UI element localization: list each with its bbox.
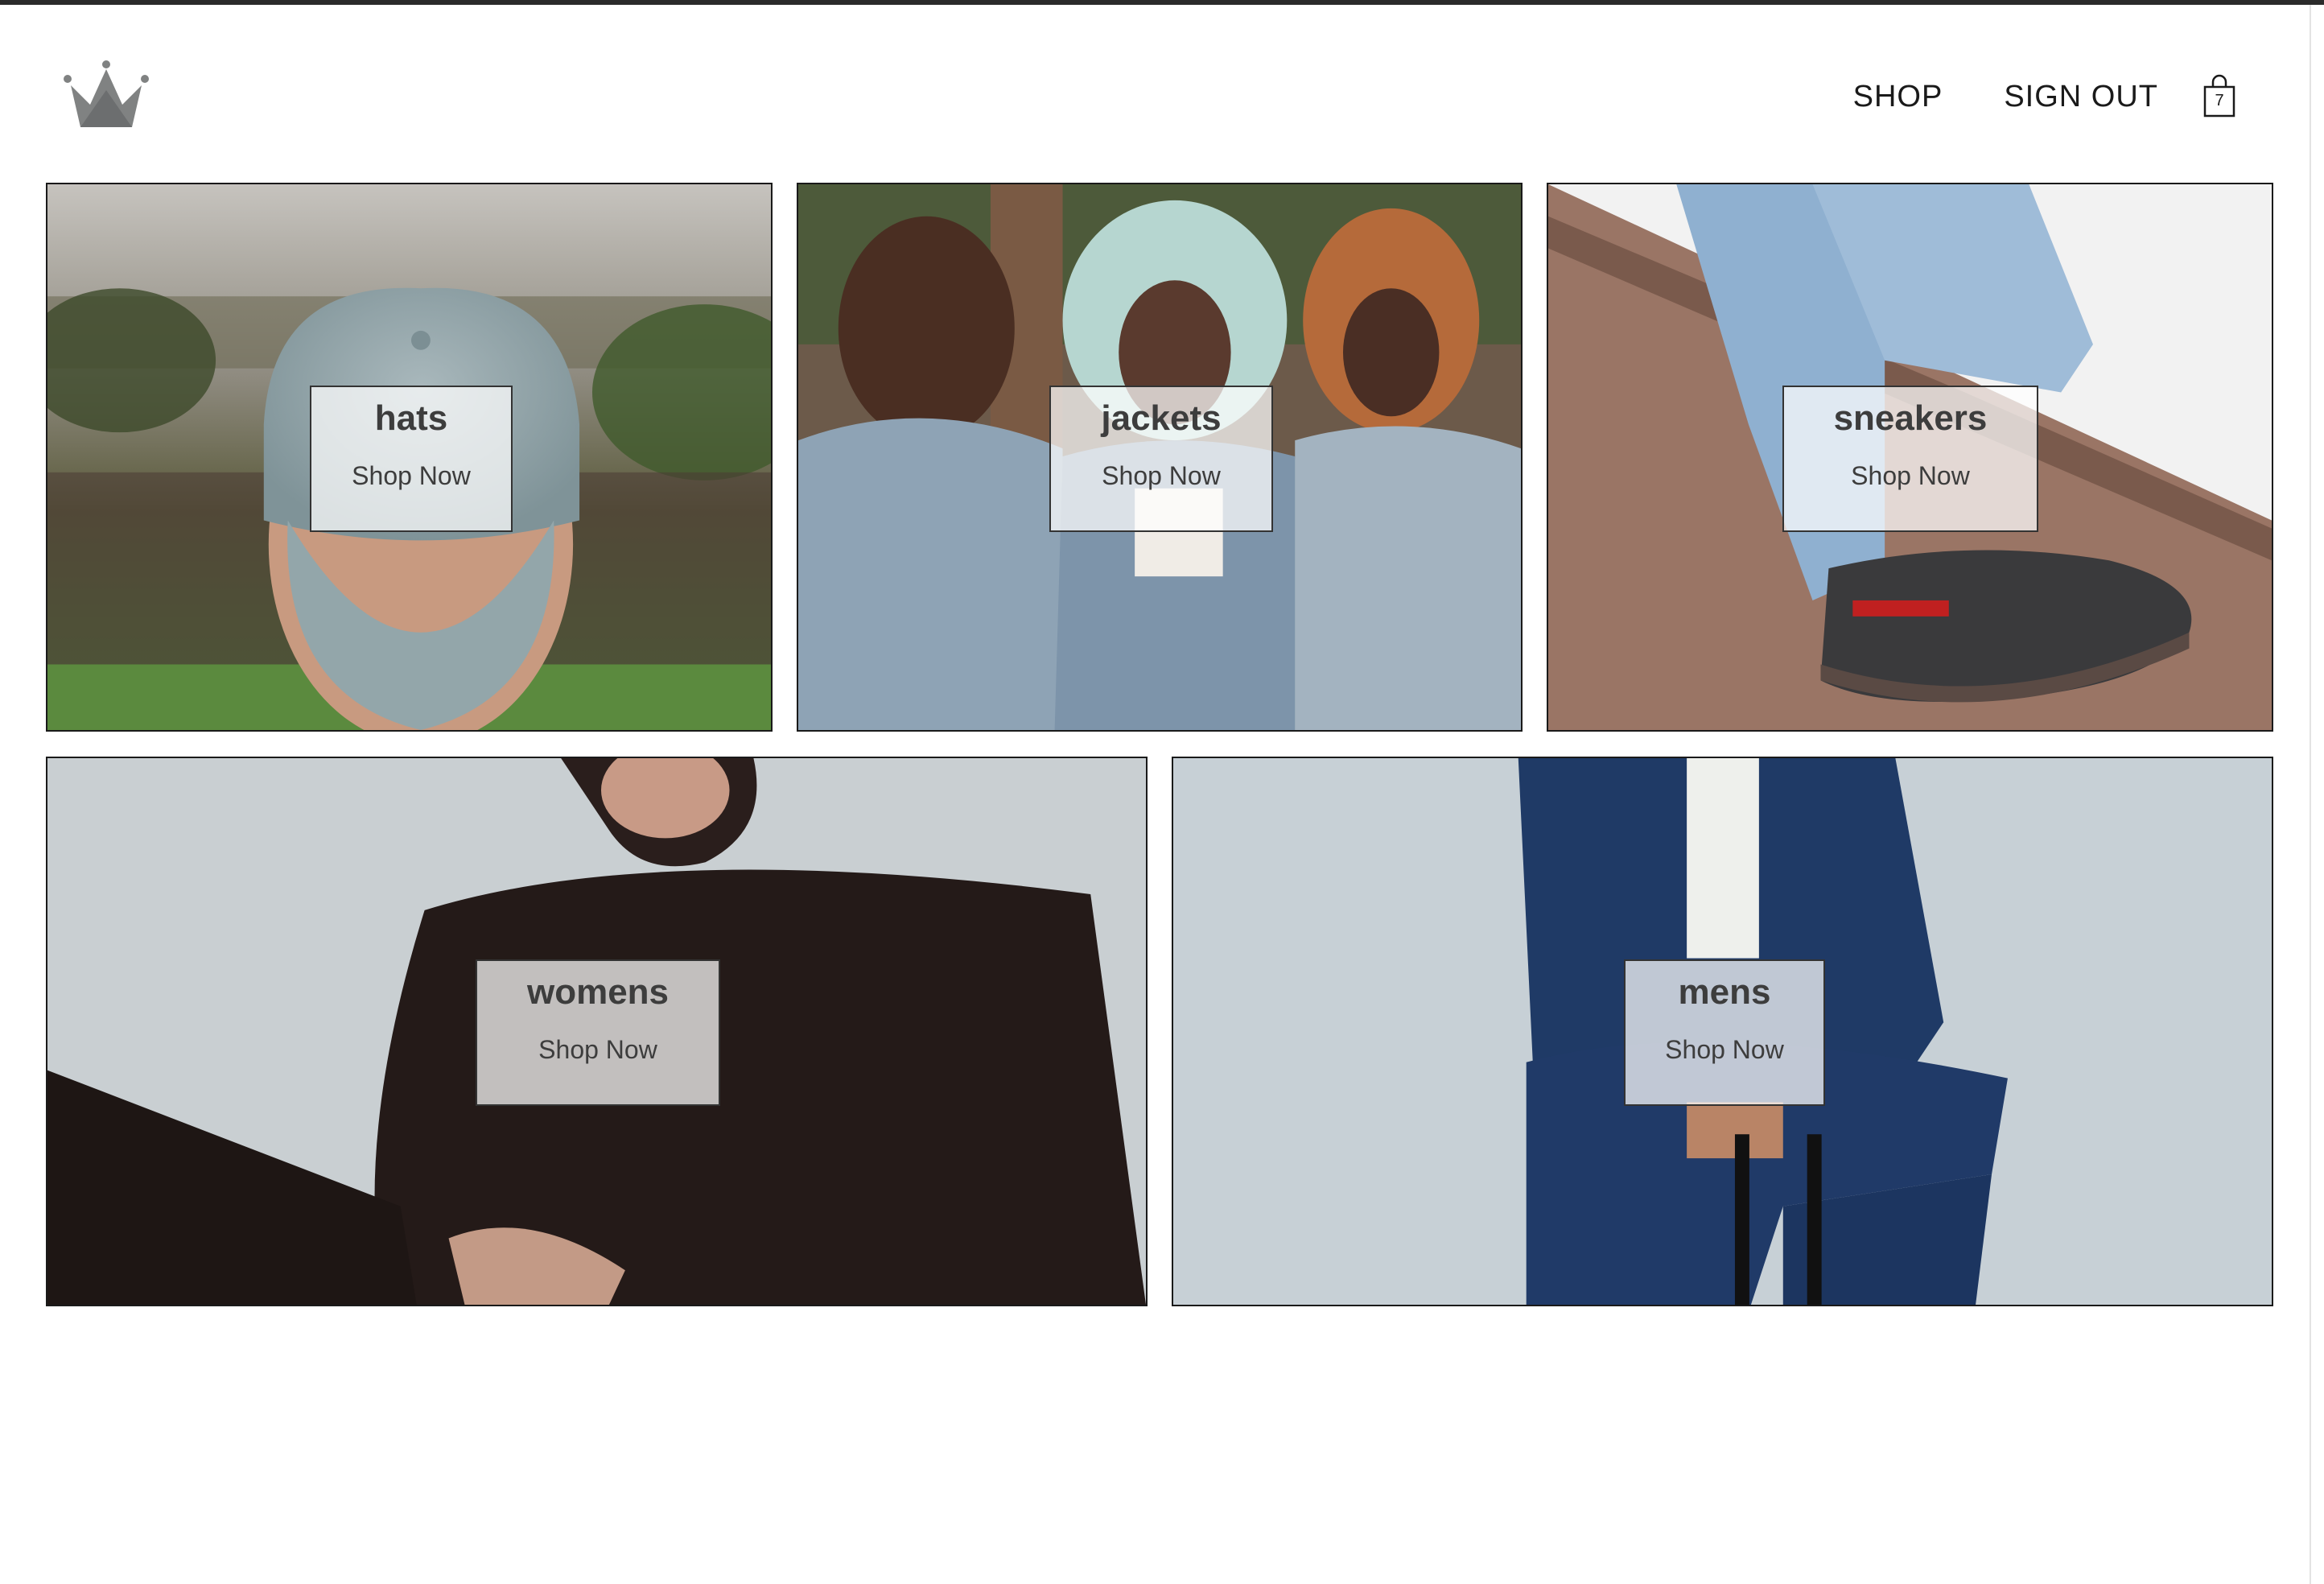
cart-button[interactable]: 7 (2202, 74, 2237, 119)
menu-item-sneakers[interactable]: sneakers Shop Now (1547, 183, 2273, 732)
crown-icon (64, 60, 149, 127)
hats-title: hats (374, 398, 448, 438)
womens-shop-now[interactable]: Shop Now (477, 1035, 719, 1065)
menu-item-womens[interactable]: womens Shop Now (46, 757, 1148, 1306)
cart-count: 7 (2215, 92, 2224, 109)
womens-content-box: womens Shop Now (476, 959, 720, 1106)
shop-link[interactable]: SHOP (1853, 80, 1943, 114)
mens-title: mens (1678, 972, 1771, 1012)
jackets-shop-now[interactable]: Shop Now (1051, 461, 1271, 491)
sign-out-link[interactable]: SIGN OUT (2004, 80, 2158, 114)
menu-item-hats[interactable]: hats Shop Now (46, 183, 773, 732)
header-nav: SHOP SIGN OUT 7 (1853, 74, 2237, 119)
jackets-title: jackets (1101, 398, 1222, 438)
sneakers-content-box: sneakers Shop Now (1782, 386, 2038, 532)
jackets-content-box: jackets Shop Now (1049, 386, 1273, 532)
hats-content-box: hats Shop Now (310, 386, 513, 532)
womens-title: womens (526, 972, 670, 1012)
logo-link[interactable] (63, 58, 150, 134)
sneakers-shop-now[interactable]: Shop Now (1784, 461, 2037, 491)
header: SHOP SIGN OUT 7 (0, 5, 2324, 182)
hats-shop-now[interactable]: Shop Now (311, 461, 511, 491)
sneakers-title: sneakers (1833, 398, 1988, 438)
menu-item-mens[interactable]: mens Shop Now (1172, 757, 2273, 1306)
menu-item-jackets[interactable]: jackets Shop Now (797, 183, 1523, 732)
mens-shop-now[interactable]: Shop Now (1626, 1035, 1823, 1065)
mens-content-box: mens Shop Now (1624, 959, 1825, 1106)
